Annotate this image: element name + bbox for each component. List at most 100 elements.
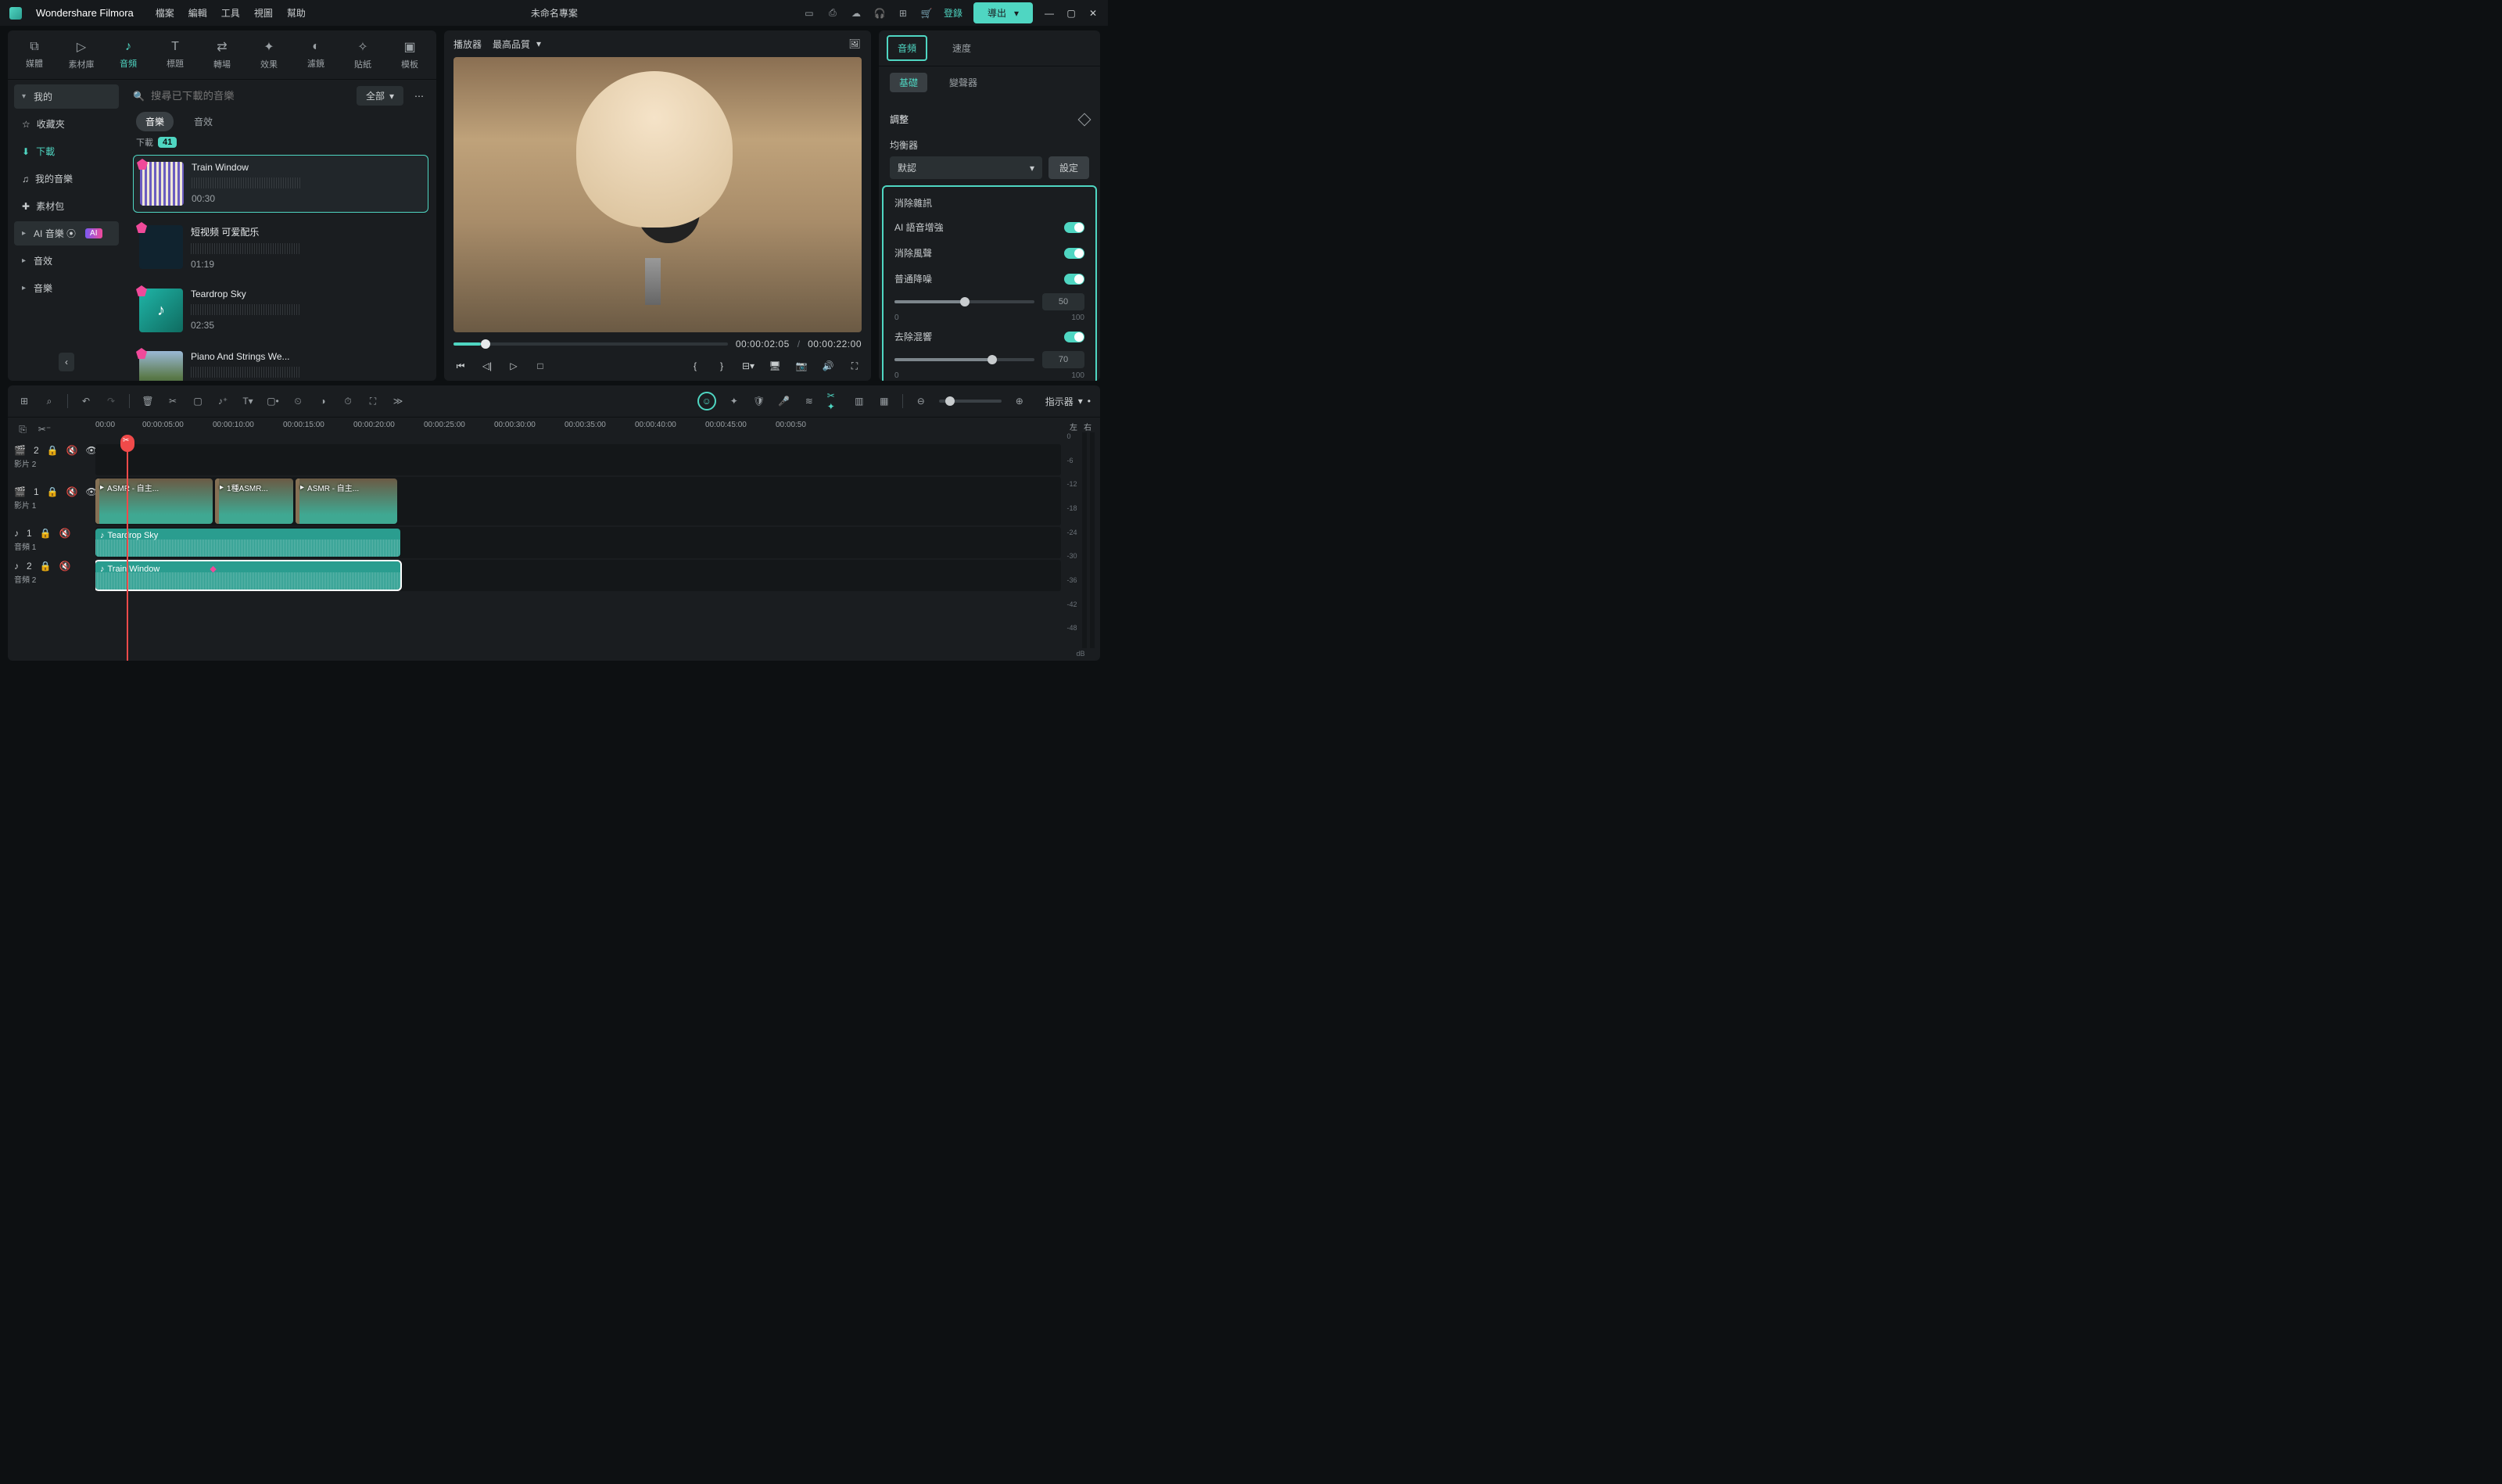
video-clip[interactable]: ▸ASMR - 自主... bbox=[95, 479, 213, 524]
expand-tool-icon[interactable]: ⛶ bbox=[366, 394, 380, 408]
track-lane-v1[interactable]: ▸ASMR - 自主...▸1種ASMR...▸ASMR - 自主... bbox=[95, 477, 1061, 525]
play-button[interactable]: ▷ bbox=[507, 359, 521, 373]
track-head-v2[interactable]: 🎬2🔒🔇👁 影片 2 bbox=[8, 441, 95, 472]
sidebar-downloads[interactable]: ⬇下載 bbox=[14, 139, 119, 163]
preview-viewport[interactable] bbox=[453, 57, 862, 332]
sidebar-collapse-button[interactable]: ‹ bbox=[59, 353, 74, 371]
maximize-button[interactable]: ▢ bbox=[1066, 8, 1077, 19]
rtab-speed[interactable]: 速度 bbox=[943, 37, 980, 59]
audio-tool-icon[interactable]: ♪⁺ bbox=[216, 394, 230, 408]
menu-edit[interactable]: 編輯 bbox=[188, 6, 207, 20]
select-tool-icon[interactable]: ⊞ bbox=[17, 394, 31, 408]
mute-icon[interactable]: 🔇 bbox=[66, 486, 78, 497]
add-track-button[interactable]: ⎘ bbox=[16, 422, 30, 436]
track-item[interactable]: 短视频 可爱配乐01:19 bbox=[133, 219, 428, 276]
track-head-a1[interactable]: ♪1🔒🔇 音頻 1 bbox=[8, 524, 95, 555]
color-tool-icon[interactable]: ◑ bbox=[316, 394, 330, 408]
shield-icon[interactable]: 🛡 bbox=[752, 394, 766, 408]
mark-in-button[interactable]: { bbox=[688, 359, 702, 373]
save-icon[interactable]: ⎙ bbox=[826, 7, 839, 20]
mic-icon[interactable]: 🎤 bbox=[777, 394, 791, 408]
eq-preset-select[interactable]: 默認▾ bbox=[890, 156, 1042, 179]
menu-view[interactable]: 視圖 bbox=[254, 6, 273, 20]
search-input[interactable] bbox=[151, 90, 350, 102]
rtab2-voicechanger[interactable]: 變聲器 bbox=[940, 73, 987, 92]
undo-button[interactable]: ↶ bbox=[79, 394, 93, 408]
snapshot-icon[interactable]: 🖼 bbox=[848, 37, 862, 51]
crop-button[interactable]: ▢ bbox=[191, 394, 205, 408]
cloud-icon[interactable]: ☁ bbox=[850, 7, 862, 20]
mark-out-button[interactable]: } bbox=[715, 359, 729, 373]
apps-icon[interactable]: ⊞ bbox=[897, 7, 909, 20]
rtab2-basic[interactable]: 基礎 bbox=[890, 73, 927, 92]
volume-button[interactable]: 🔊 bbox=[821, 359, 835, 373]
login-link[interactable]: 登錄 bbox=[944, 6, 962, 20]
fullscreen-button[interactable]: ⛶ bbox=[848, 359, 862, 373]
menu-tools[interactable]: 工具 bbox=[221, 6, 240, 20]
sidebar-my-music[interactable]: ♫我的音樂 bbox=[14, 167, 119, 191]
keyframe-diamond-icon[interactable] bbox=[1078, 113, 1091, 126]
sidebar-ai-music[interactable]: ▸AI 音樂 ⦿AI bbox=[14, 221, 119, 246]
track-lane-a1[interactable]: ♪Teardrop Sky bbox=[95, 527, 1061, 558]
mute-icon[interactable]: 🔇 bbox=[66, 445, 78, 456]
top-tab-4[interactable]: ⇄轉場 bbox=[199, 35, 246, 74]
zoom-slider[interactable] bbox=[939, 400, 1002, 403]
sidebar-my[interactable]: ▾我的 bbox=[14, 84, 119, 109]
audio-clip-trainwindow[interactable]: ♪Train Window◆ bbox=[95, 561, 400, 590]
timeline-ruler[interactable]: 00:00 00:00:05:0000:00:10:0000:00:15:000… bbox=[95, 418, 1061, 441]
top-tab-2[interactable]: ♪音頻 bbox=[105, 35, 152, 74]
zoom-out-button[interactable]: ⊖ bbox=[914, 394, 928, 408]
stop-button[interactable]: □ bbox=[533, 359, 547, 373]
link-clips-button[interactable]: ✂⁻ bbox=[38, 422, 52, 436]
dereverb-value[interactable]: 70 bbox=[1042, 351, 1084, 368]
track-lane-v2[interactable] bbox=[95, 444, 1061, 475]
video-clip[interactable]: ▸1種ASMR... bbox=[215, 479, 293, 524]
top-tab-8[interactable]: ▣模板 bbox=[386, 35, 433, 74]
cart-icon[interactable]: 🛒 bbox=[920, 7, 933, 20]
track-lane-a2[interactable]: ♪Train Window◆ bbox=[95, 560, 1061, 591]
screen-icon[interactable]: ▭ bbox=[803, 7, 815, 20]
sidebar-packs[interactable]: ✚素材包 bbox=[14, 194, 119, 218]
auto-cut-icon[interactable]: ✂✦ bbox=[827, 394, 841, 408]
lock-icon[interactable]: 🔒 bbox=[47, 486, 59, 497]
waves-icon[interactable]: ≋ bbox=[802, 394, 816, 408]
ai-enhance-toggle[interactable] bbox=[1064, 222, 1084, 233]
lock-icon[interactable]: 🔒 bbox=[40, 528, 52, 539]
magnet-tool-icon[interactable]: ⌕ bbox=[42, 394, 56, 408]
more-tools-button[interactable]: ≫ bbox=[391, 394, 405, 408]
dereverb-toggle[interactable] bbox=[1064, 332, 1084, 342]
normal-dn-slider[interactable] bbox=[894, 300, 1034, 303]
delete-button[interactable]: 🗑 bbox=[141, 394, 155, 408]
close-button[interactable]: ✕ bbox=[1088, 8, 1099, 19]
step-back-button[interactable]: ◁| bbox=[480, 359, 494, 373]
mute-icon[interactable]: 🔇 bbox=[59, 561, 71, 572]
zoom-in-button[interactable]: ⊕ bbox=[1013, 394, 1027, 408]
video-clip[interactable]: ▸ASMR - 自主... bbox=[296, 479, 397, 524]
indicator-select[interactable]: 指示器▾• bbox=[1045, 395, 1091, 408]
record-button[interactable]: ▢• bbox=[266, 394, 280, 408]
eq-settings-button[interactable]: 設定 bbox=[1048, 156, 1089, 179]
track-head-a2[interactable]: ♪2🔒🔇 音頻 2 bbox=[8, 557, 95, 588]
display-button[interactable]: 🖥 bbox=[768, 359, 782, 373]
menu-file[interactable]: 檔案 bbox=[156, 6, 174, 20]
ratio-button[interactable]: ⊟▾ bbox=[741, 359, 755, 373]
speed-tool-icon[interactable]: ⏲ bbox=[291, 394, 305, 408]
progress-bar[interactable] bbox=[453, 342, 728, 346]
progress-knob[interactable] bbox=[481, 339, 490, 349]
top-tab-7[interactable]: ✧貼紙 bbox=[339, 35, 386, 74]
top-tab-3[interactable]: T標題 bbox=[152, 35, 199, 74]
dereverb-slider[interactable] bbox=[894, 358, 1034, 361]
normal-dn-toggle[interactable] bbox=[1064, 274, 1084, 285]
camera-button[interactable]: 📷 bbox=[794, 359, 808, 373]
sidebar-favorites[interactable]: ☆收藏夾 bbox=[14, 112, 119, 136]
subtab-music[interactable]: 音樂 bbox=[136, 112, 174, 131]
track-head-v1[interactable]: 🎬1🔒🔇👁 影片 1 bbox=[8, 474, 95, 522]
text-tool-icon[interactable]: T▾ bbox=[241, 394, 255, 408]
lock-icon[interactable]: 🔒 bbox=[47, 445, 59, 456]
sidebar-music[interactable]: ▸音樂 bbox=[14, 276, 119, 300]
timer-tool-icon[interactable]: ⏱ bbox=[341, 394, 355, 408]
track-settings-icon[interactable]: ▦ bbox=[877, 394, 891, 408]
more-options-button[interactable]: ⋯ bbox=[410, 87, 428, 106]
normal-dn-value[interactable]: 50 bbox=[1042, 293, 1084, 310]
mute-icon[interactable]: 🔇 bbox=[59, 528, 71, 539]
